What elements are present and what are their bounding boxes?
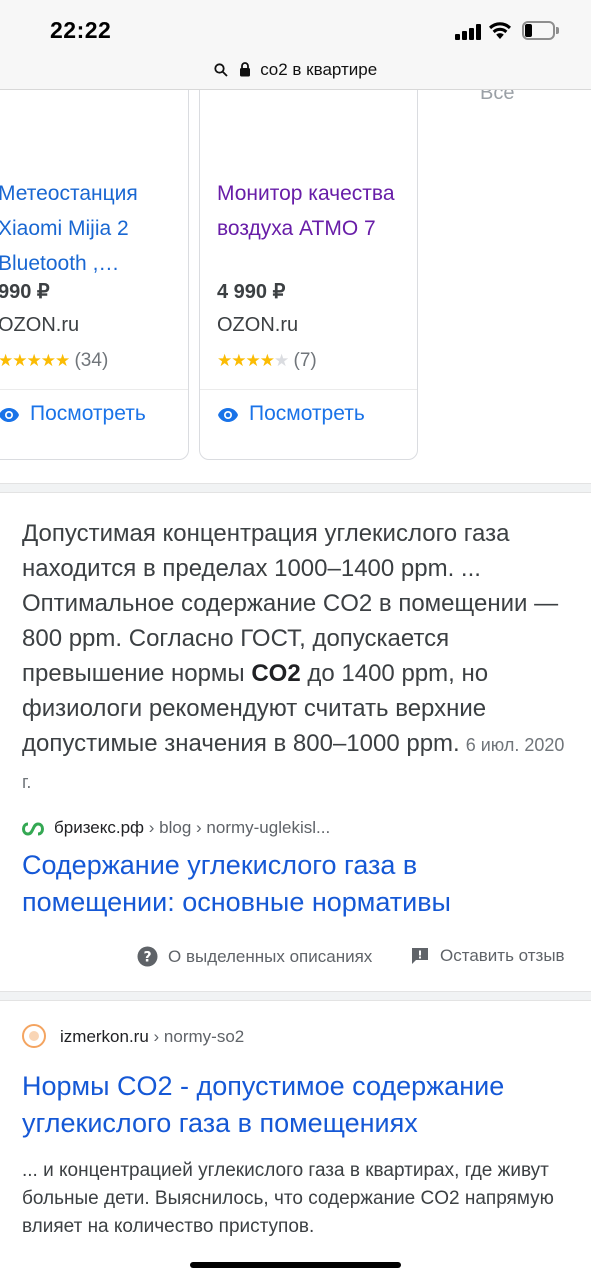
product-card[interactable]: Метеостанция Xiaomi Mijia 2 Bluetooth ,…… [0,90,189,460]
product-rating: ★★★★★ (34) [0,350,108,372]
view-product-button[interactable]: Посмотреть [217,402,365,426]
eye-icon [218,408,238,422]
address-bar[interactable]: co2 в квартире [0,56,591,90]
product-price: 990 ₽ [0,281,50,303]
eye-icon [0,408,19,422]
help-icon: ? [137,946,158,967]
product-carousel[interactable]: Метеостанция Xiaomi Mijia 2 Bluetooth ,…… [0,90,591,483]
view-product-button[interactable]: Посмотреть [0,402,146,426]
about-snippets-button[interactable]: ? О выделенных описаниях [137,946,372,967]
status-bar: 22:22 [0,0,591,56]
card-divider [0,389,188,390]
result-source[interactable]: izmerkon.ru › normy-so2 [22,1024,244,1048]
home-indicator[interactable] [190,1262,401,1268]
card-divider [200,389,417,390]
rating-stars-icon: ★★★★★ [217,351,289,370]
section-separator [0,991,591,1001]
review-count: (34) [74,350,109,371]
battery-icon [522,21,559,40]
review-count: (7) [293,350,317,371]
result-description: ... и концентрацией углекислого газа в к… [22,1160,554,1237]
leave-feedback-label: Оставить отзыв [440,946,565,965]
feedback-icon [412,948,428,964]
cellular-signal-icon [455,24,483,40]
result-path: › normy-so2 [153,1027,245,1046]
product-title[interactable]: Монитор качества воздуха ATMO 7 [217,176,407,246]
product-rating: ★★★★★ (7) [217,350,317,372]
section-separator [0,483,591,493]
rating-stars-icon: ★★★★★ [0,351,70,370]
product-seller: OZON.ru [217,314,299,336]
view-button-label: Посмотреть [30,402,146,425]
snippet-source[interactable]: бризекс.рф › blog › normy-uglekisl... [22,818,330,838]
product-seller: OZON.ru [0,314,80,336]
snippet-feedback-row: ? О выделенных описаниях Оставить отзыв [0,944,591,970]
snippet-result-link[interactable]: Содержание углекислого газа в помещении:… [22,847,570,921]
result-domain: izmerkon.ru [60,1027,149,1046]
view-button-label: Посмотреть [249,402,365,425]
product-price: 4 990 ₽ [217,281,286,303]
product-title[interactable]: Метеостанция Xiaomi Mijia 2 Bluetooth ,… [0,176,188,281]
snippet-bold-term: CO2 [251,660,301,687]
featured-snippet-text: Допустимая концентрация углекислого газа… [22,516,570,800]
svg-text:?: ? [143,950,151,966]
source-domain: бризекс.рф [54,818,145,837]
search-icon [214,63,228,77]
address-query: co2 в квартире [260,60,378,79]
about-snippets-label: О выделенных описаниях [168,947,373,966]
show-all-link[interactable]: Все [480,90,514,105]
site-favicon-icon [22,1024,46,1048]
leave-feedback-button[interactable]: Оставить отзыв [410,946,565,966]
source-path: › blog › normy-uglekisl... [148,818,331,837]
status-time: 22:22 [50,17,112,43]
wifi-icon [489,22,511,39]
product-card[interactable]: Монитор качества воздуха ATMO 7 4 990 ₽ … [199,90,418,460]
lock-icon [239,62,250,77]
result-title-link[interactable]: Нормы CO2 - допустимое содержание углеки… [22,1068,570,1142]
site-favicon-icon [22,822,44,836]
